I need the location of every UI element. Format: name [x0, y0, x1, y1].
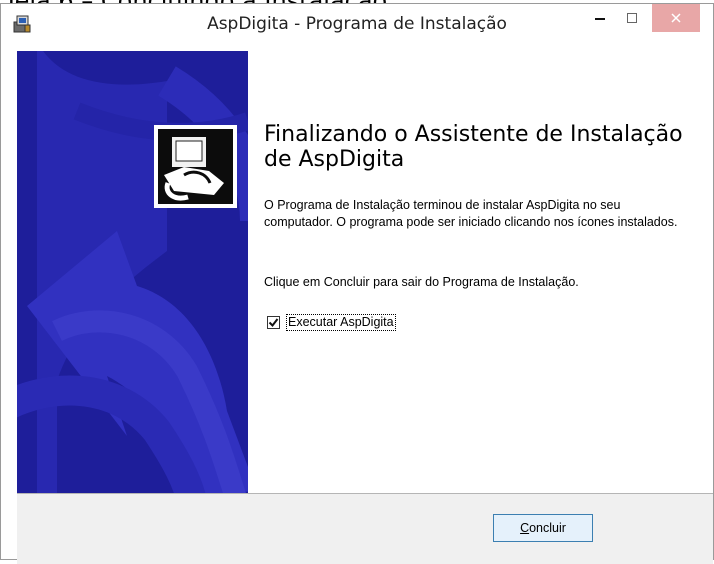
checkbox-box[interactable]	[267, 316, 280, 329]
title-bar[interactable]: AspDigita - Programa de Instalação	[1, 4, 713, 46]
wizard-content: Finalizando o Assistente de Instalação d…	[1, 46, 713, 493]
product-icon	[154, 125, 237, 208]
run-app-checkbox[interactable]: Executar AspDigita	[267, 314, 396, 331]
wizard-description: O Programa de Instalação terminou de ins…	[264, 198, 678, 229]
maximize-icon	[627, 13, 637, 23]
minimize-icon	[595, 18, 605, 20]
wizard-instruction: Clique em Concluir para sair do Programa…	[264, 275, 579, 289]
wizard-heading: Finalizando o Assistente de Instalação d…	[264, 122, 683, 172]
banner-arrow-graphic	[17, 51, 248, 493]
maximize-button[interactable]	[617, 4, 647, 32]
finish-button[interactable]: Concluir	[493, 514, 593, 542]
finish-button-label-rest: oncluir	[529, 521, 566, 535]
installer-window: AspDigita - Programa de Instalação Final…	[0, 3, 714, 564]
wizard-sidebar-banner	[17, 51, 248, 493]
close-icon	[671, 13, 681, 23]
close-button[interactable]	[652, 4, 700, 32]
installer-app-icon	[13, 15, 31, 33]
run-app-checkbox-label[interactable]: Executar AspDigita	[286, 314, 396, 331]
finish-button-mnemonic: C	[520, 521, 530, 535]
checkmark-icon	[268, 318, 279, 328]
wizard-footer: Concluir	[17, 494, 713, 564]
computer-install-icon	[158, 129, 233, 204]
minimize-button[interactable]	[585, 4, 615, 32]
